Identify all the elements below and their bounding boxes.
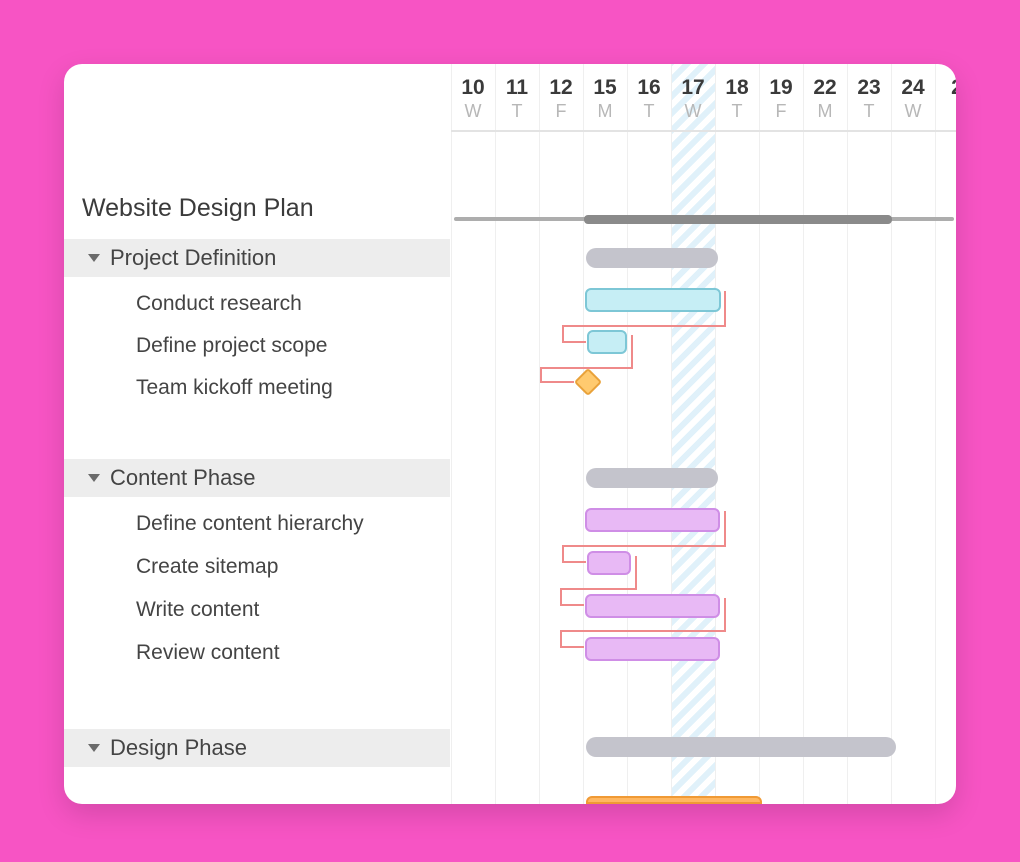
weekday-letter: M (803, 101, 847, 122)
group-header-content-phase[interactable]: Content Phase (64, 459, 450, 497)
task-label: Define content hierarchy (136, 512, 364, 536)
summary-bar[interactable] (586, 248, 718, 268)
timeline-day-column[interactable]: 19F (759, 64, 803, 130)
task-label: Conduct research (136, 292, 302, 316)
task-label: Create sitemap (136, 555, 278, 579)
summary-bar[interactable] (586, 737, 896, 757)
chevron-down-icon (88, 744, 100, 752)
timeline-day-column[interactable]: 24W (891, 64, 935, 130)
weekday-letter: F (759, 101, 803, 122)
day-number: 15 (583, 76, 627, 100)
day-number: 24 (891, 76, 935, 100)
task-bar[interactable] (587, 330, 627, 354)
timeline-day-column[interactable]: 12F (539, 64, 583, 130)
task-bar[interactable] (585, 637, 720, 661)
task-row[interactable]: Team kickoff meeting (136, 370, 333, 406)
task-row[interactable]: Define content hierarchy (136, 506, 364, 542)
group-header-project-definition[interactable]: Project Definition (64, 239, 450, 277)
chevron-down-icon (88, 254, 100, 262)
day-number: 17 (671, 76, 715, 100)
task-label: Team kickoff meeting (136, 376, 333, 400)
milestone-marker[interactable] (574, 368, 602, 396)
task-row[interactable]: Create sitemap (136, 549, 278, 585)
task-row[interactable]: Review content (136, 635, 280, 671)
group-title: Content Phase (110, 465, 256, 491)
timeline-day-column[interactable]: 15M (583, 64, 627, 130)
task-bar[interactable] (585, 594, 720, 618)
timeline-day-column[interactable]: 16T (627, 64, 671, 130)
group-title: Project Definition (110, 245, 276, 271)
timeline-day-column[interactable]: 2 (935, 64, 956, 130)
task-bar[interactable] (585, 508, 720, 532)
project-title: Website Design Plan (82, 194, 314, 223)
task-row[interactable]: Write content (136, 592, 259, 628)
weekday-letter: W (671, 101, 715, 122)
timeline-day-column[interactable]: 11T (495, 64, 539, 130)
timeline-header: 10W11T12F15M16T17W18T19F22M23T24W2 (451, 64, 956, 132)
weekday-letter: W (891, 101, 935, 122)
task-label: Write content (136, 598, 259, 622)
summary-bar[interactable] (586, 468, 718, 488)
timeline-day-column[interactable]: 10W (451, 64, 495, 130)
task-row[interactable]: Define project scope (136, 328, 327, 364)
timeline-day-column[interactable]: 18T (715, 64, 759, 130)
day-number: 16 (627, 76, 671, 100)
weekday-letter: M (583, 101, 627, 122)
weekday-letter: T (627, 101, 671, 122)
chevron-down-icon (88, 474, 100, 482)
day-number: 22 (803, 76, 847, 100)
task-label: Review content (136, 641, 280, 665)
weekday-letter: F (539, 101, 583, 122)
day-number: 23 (847, 76, 891, 100)
task-bar[interactable] (587, 551, 631, 575)
weekday-letter: T (495, 101, 539, 122)
timeline-gridlines (451, 64, 956, 804)
timeline-day-column[interactable]: 23T (847, 64, 891, 130)
weekday-letter: W (451, 101, 495, 122)
gantt-window: 10W11T12F15M16T17W18T19F22M23T24W2 Websi… (64, 64, 956, 804)
timeline-day-column[interactable]: 22M (803, 64, 847, 130)
day-number: 10 (451, 76, 495, 100)
weekday-letter: T (715, 101, 759, 122)
day-number: 12 (539, 76, 583, 100)
task-bar[interactable] (585, 288, 721, 312)
group-header-design-phase[interactable]: Design Phase (64, 729, 450, 767)
task-row[interactable]: Conduct research (136, 286, 302, 322)
timeline-day-column[interactable]: 17W (671, 64, 715, 130)
project-summary-major (584, 215, 892, 224)
day-number: 2 (935, 76, 956, 100)
day-number: 19 (759, 76, 803, 100)
weekday-letter: T (847, 101, 891, 122)
task-bar[interactable] (586, 796, 762, 804)
task-label: Define project scope (136, 334, 327, 358)
day-number: 18 (715, 76, 759, 100)
group-title: Design Phase (110, 735, 247, 761)
day-number: 11 (495, 76, 539, 100)
